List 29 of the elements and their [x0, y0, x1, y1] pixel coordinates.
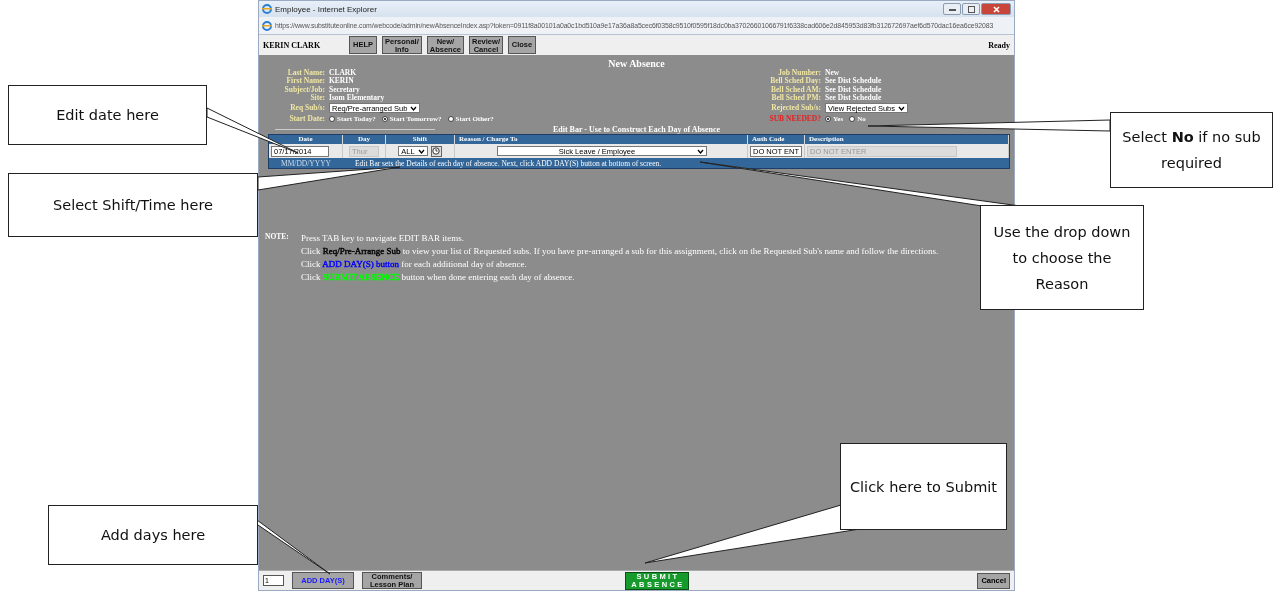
clock-icon: [432, 147, 441, 156]
callout-text: Edit date here: [56, 106, 159, 125]
caret-icon: [697, 148, 704, 154]
caret-icon: [410, 105, 418, 111]
note-text: Click Req/Pre-Arrange Sub to view your list of Requested subs. If you have pre-arranged a sub for this assignment, click on the Requested Sub's name and follow the directions.: [301, 246, 940, 257]
status-text: Ready: [988, 40, 1010, 50]
caret-icon: [898, 105, 905, 111]
restore-button[interactable]: [962, 3, 980, 15]
callout-text: Select No if no sub required: [1121, 128, 1262, 173]
callout-text: Use the drop down to choose the Reason: [992, 222, 1132, 294]
note-text: Press TAB key to navigate EDIT BAR items.: [301, 233, 465, 244]
close-button[interactable]: [981, 3, 1011, 15]
minimize-icon: [948, 7, 956, 11]
window-title: Employee - Internet Explorer: [275, 4, 377, 14]
form-title: New Absence: [607, 58, 666, 69]
callout-text: Select Shift/Time here: [53, 196, 213, 215]
callout-text: Add days here: [100, 526, 206, 545]
callout-text: Click here to Submit: [849, 477, 997, 497]
note-text: Click SUBMIT ABSENCE button when done entering each day of absence.: [301, 272, 576, 283]
edit-bar-title: Edit Bar - Use to Construct Each Day of Absence: [551, 125, 722, 135]
browser-icon: [262, 20, 272, 31]
minimize-button[interactable]: [943, 3, 961, 15]
user-name: KERIN CLARK: [263, 40, 322, 50]
caret-icon: [417, 148, 425, 154]
close-icon: [992, 5, 1000, 13]
note-text: Click ADD DAY(S) button for each additional day of absence.: [301, 259, 528, 270]
restore-icon: [967, 5, 975, 13]
clock-button[interactable]: [430, 145, 442, 157]
browser-icon: [262, 4, 272, 14]
